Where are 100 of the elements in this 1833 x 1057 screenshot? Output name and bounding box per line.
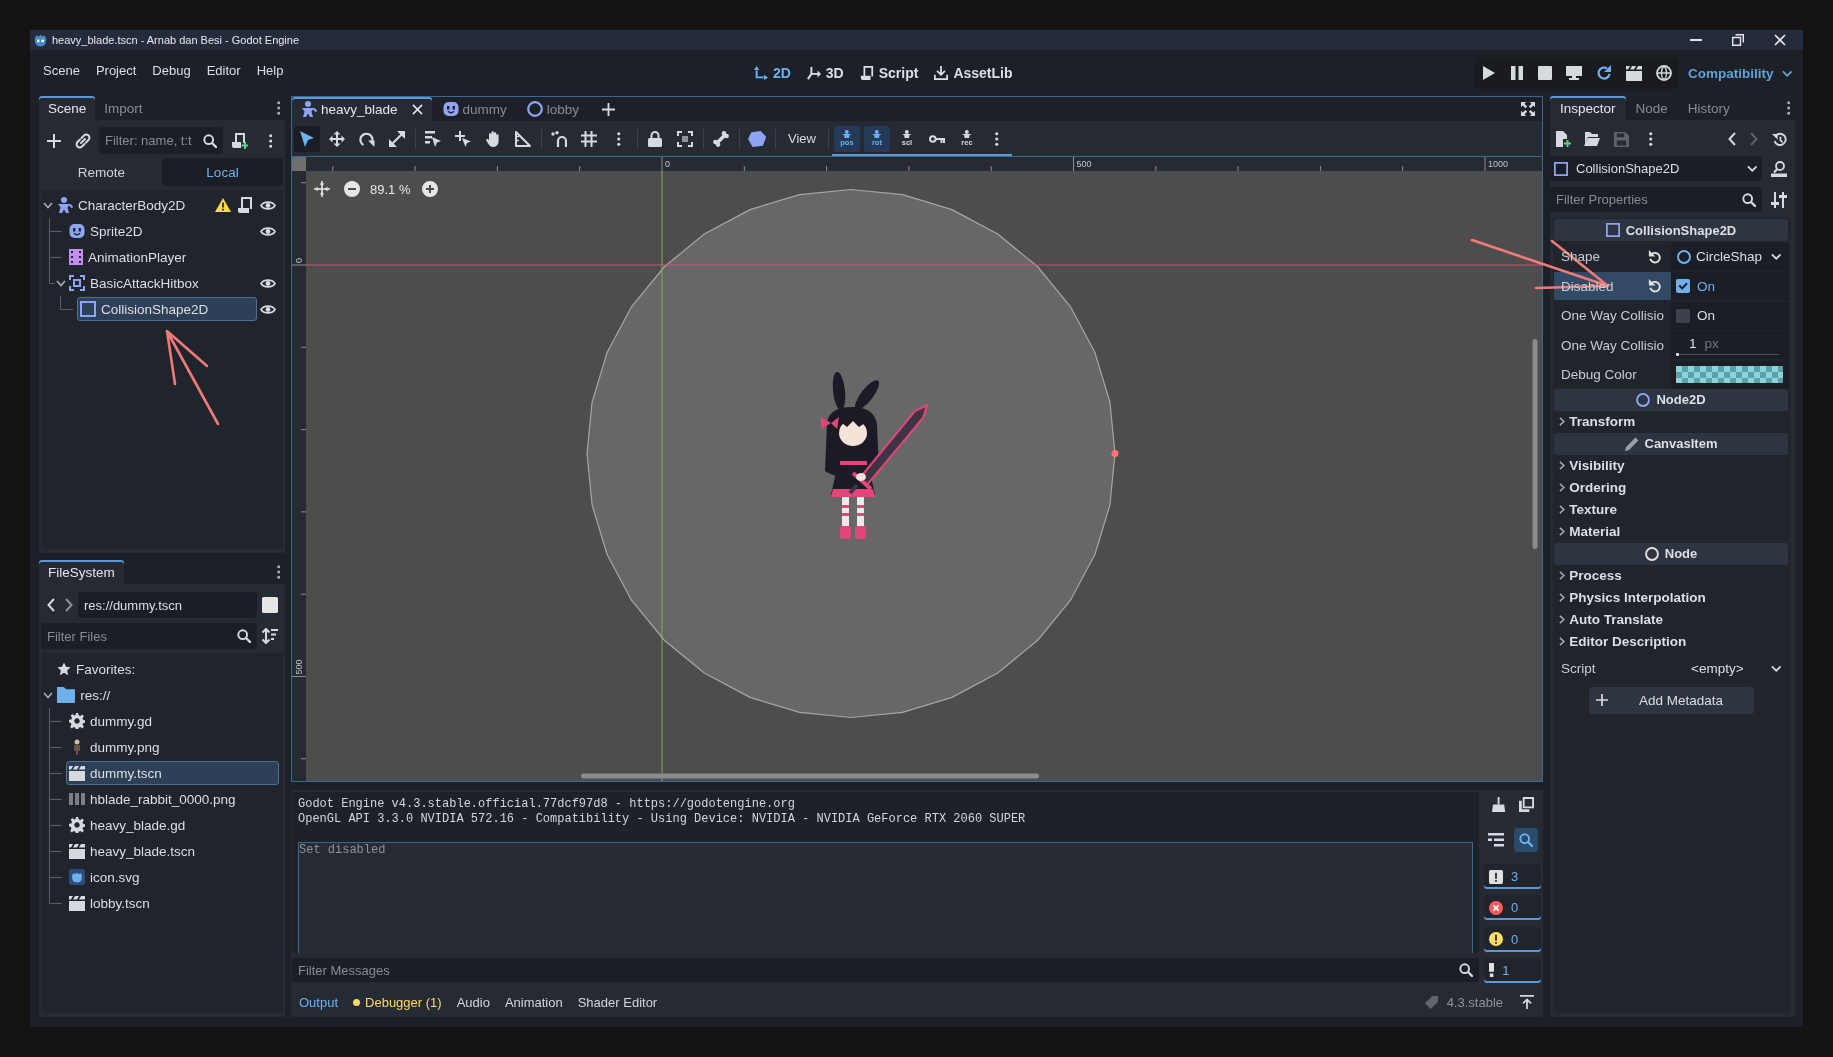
filter-field[interactable]: Filter Properties	[1550, 187, 1762, 212]
document-tab[interactable]: heavy_blade	[292, 97, 432, 121]
message-filter-button[interactable]: 0	[1484, 926, 1541, 952]
tree-item[interactable]: CharacterBody2D	[54, 193, 212, 217]
property-group[interactable]: Transform	[1554, 410, 1789, 433]
chevron-right-icon[interactable]	[65, 598, 73, 612]
number-slider-field[interactable]: 1 px	[1676, 332, 1779, 358]
center-view-icon[interactable]	[314, 181, 330, 197]
warning-icon[interactable]	[215, 198, 231, 212]
property-group[interactable]: Texture	[1554, 498, 1789, 521]
folder-icon[interactable]	[1584, 132, 1600, 146]
scene-mode-tab[interactable]: Local	[162, 158, 283, 186]
bottom-panel-tab[interactable]: Shader Editor	[570, 989, 666, 1015]
vertical-scrollbar[interactable]	[1532, 339, 1538, 549]
property-group[interactable]: Editor Description	[1554, 630, 1789, 653]
link-icon[interactable]	[75, 132, 91, 149]
property-group[interactable]: Physics Interpolation	[1554, 586, 1789, 609]
select-tool-button[interactable]	[294, 125, 320, 152]
sort-icon[interactable]	[262, 628, 278, 644]
menu-item[interactable]: Scene	[35, 59, 88, 82]
eye-icon[interactable]	[260, 199, 276, 211]
tree-item[interactable]: hblade_rabbit_0000.png	[66, 787, 279, 811]
tree-item[interactable]: icon.svg	[66, 865, 279, 889]
eye-icon[interactable]	[260, 303, 276, 315]
message-filter-button[interactable]: 1	[1484, 957, 1541, 983]
tree-item[interactable]: lobby.tscn	[66, 891, 279, 915]
menu-item[interactable]: Project	[87, 59, 145, 82]
history-icon[interactable]	[1772, 131, 1787, 147]
copy-icon[interactable]	[1519, 796, 1535, 812]
document-tab[interactable]: dummy	[433, 97, 516, 121]
horizontal-scrollbar[interactable]	[581, 773, 1039, 779]
checkbox[interactable]: On	[1676, 308, 1715, 323]
filter-field[interactable]: Filter Messages	[292, 958, 1479, 982]
menu-item[interactable]: Debug	[144, 59, 199, 82]
message-filter-button[interactable]: 3	[1484, 864, 1541, 889]
tree-item[interactable]: Sprite2D	[66, 219, 257, 243]
revert-arrow-icon[interactable]	[1648, 249, 1662, 264]
restore-icon[interactable]	[1732, 34, 1744, 46]
property-group[interactable]: Material	[1554, 520, 1789, 543]
scroll-icon[interactable]	[237, 197, 253, 213]
search-icon[interactable]	[237, 629, 251, 643]
eye-icon[interactable]	[260, 277, 276, 289]
workspace-tab[interactable]: Script	[851, 58, 927, 88]
property-group[interactable]: Process	[1554, 564, 1789, 587]
workspace-tab[interactable]: 3D	[798, 58, 852, 88]
expand-up-icon[interactable]	[1520, 995, 1534, 1009]
kebab-menu-icon[interactable]	[1786, 101, 1790, 115]
path-field[interactable]: res://dummy.tscn	[78, 592, 257, 618]
chevron-down-icon[interactable]	[55, 279, 66, 287]
zoom-in-icon[interactable]	[422, 181, 439, 197]
chevron-left-icon[interactable]	[1728, 132, 1736, 146]
dock-tab[interactable]: Scene	[39, 96, 96, 120]
tree-item[interactable]: dummy.tscn	[66, 761, 279, 785]
renderer-dropdown[interactable]: Compatibility	[1688, 65, 1792, 81]
menu-item[interactable]: Help	[248, 59, 292, 82]
kebab-menu-icon[interactable]	[276, 101, 280, 115]
filter-field[interactable]: Filter: name, t:t	[99, 127, 223, 154]
tree-item[interactable]: dummy.png	[66, 735, 279, 759]
close-icon[interactable]	[411, 103, 423, 115]
checkbox[interactable]: On	[1676, 278, 1715, 294]
kebab-menu-icon[interactable]	[276, 565, 280, 579]
document-tab[interactable]: lobby	[517, 97, 589, 121]
bottom-panel-tab[interactable]: Animation	[497, 989, 571, 1015]
globe-icon[interactable]	[1656, 65, 1672, 81]
menu-item[interactable]: Editor	[198, 59, 249, 82]
close-icon[interactable]	[1774, 34, 1786, 46]
caret-down-icon[interactable]	[1770, 253, 1781, 260]
chevron-left-icon[interactable]	[47, 598, 55, 612]
zoom-reset-button[interactable]: 89.1 %	[370, 181, 411, 197]
eye-icon[interactable]	[260, 225, 276, 237]
kebab-menu-icon[interactable]	[1649, 132, 1653, 146]
refresh-icon[interactable]	[1596, 65, 1612, 81]
scroll-plus-icon[interactable]	[232, 132, 248, 149]
property-group[interactable]: Visibility	[1554, 454, 1789, 477]
clapperboard-icon[interactable]	[1626, 65, 1642, 81]
scene-mode-tab[interactable]: Remote	[41, 158, 162, 186]
bottom-panel-tab[interactable]: Debugger (1)	[346, 989, 450, 1015]
bottom-panel-tab[interactable]: Audio	[449, 989, 498, 1015]
fullscreen-icon[interactable]	[1521, 102, 1535, 116]
zoom-out-icon[interactable]	[344, 181, 360, 197]
tree-item[interactable]: res://	[54, 683, 279, 707]
bottom-panel-tab[interactable]: Output	[292, 989, 347, 1015]
dock-tab[interactable]: FileSystem	[39, 560, 124, 584]
dock-tab[interactable]: Node	[1625, 96, 1678, 120]
script-dropdown[interactable]: <empty>	[1671, 655, 1789, 682]
radius-handle[interactable]	[1111, 450, 1119, 457]
add-metadata-button[interactable]: Add Metadata	[1589, 686, 1754, 714]
chevron-down-icon[interactable]	[43, 691, 53, 699]
tree-item[interactable]: BasicAttackHitbox	[66, 271, 257, 295]
revert-arrow-icon[interactable]	[1648, 279, 1662, 293]
property-group[interactable]: Ordering	[1554, 476, 1789, 499]
object-selector[interactable]: CollisionShape2D	[1550, 156, 1762, 181]
play-icon[interactable]	[1482, 65, 1496, 81]
view-menu[interactable]: View	[780, 125, 824, 152]
pause-icon[interactable]	[1510, 65, 1524, 81]
tree-item[interactable]: heavy_blade.tscn	[66, 839, 279, 863]
chevron-down-icon[interactable]	[43, 201, 53, 209]
plus-icon[interactable]	[47, 133, 61, 148]
doc-search-icon[interactable]	[1771, 160, 1787, 177]
monitor-icon[interactable]	[1566, 65, 1582, 81]
